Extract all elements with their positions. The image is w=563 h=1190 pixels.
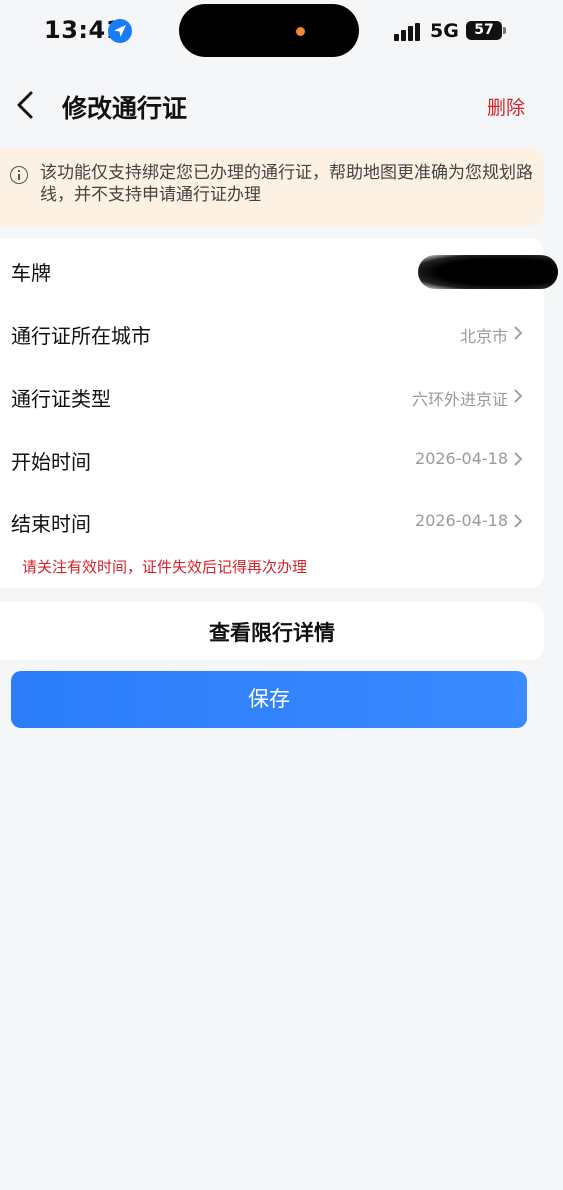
city-row[interactable]: 通行证所在城市 北京市 [0,303,544,363]
end-time-label: 结束时间 [11,512,91,536]
notice-text: 该功能仅支持绑定您已办理的通行证，帮助地图更准确为您规划路线，并不支持申请通行证… [40,163,533,205]
network-type: 5G [430,20,459,42]
chevron-right-icon [514,389,523,403]
view-restriction-label: 查看限行详情 [209,621,335,645]
location-arrow-icon [108,19,132,43]
info-notice: 该功能仅支持绑定您已办理的通行证，帮助地图更准确为您规划路线，并不支持申请通行证… [0,148,544,226]
plate-label: 车牌 [11,261,51,285]
nav-header: 修改通行证 删除 [0,75,563,135]
info-icon [10,166,28,184]
redaction-mask [418,255,558,289]
start-time-label: 开始时间 [11,450,91,474]
battery-icon: 57 [466,21,506,40]
chevron-right-icon [514,452,523,466]
start-time-row[interactable]: 开始时间 2026-04-18 [0,429,544,489]
delete-button[interactable]: 删除 [487,93,525,120]
recording-indicator-icon [296,27,305,36]
chevron-right-icon [514,514,523,528]
start-time-value: 2026-04-18 [415,449,508,468]
chevron-right-icon [514,326,523,340]
back-icon[interactable] [14,89,38,121]
city-value: 北京市 [459,327,508,346]
cellular-signal-icon [394,23,424,41]
view-restriction-button[interactable]: 查看限行详情 [0,602,544,660]
validity-warning: 请关注有效时间，证件失效后记得再次办理 [22,558,308,576]
end-time-value: 2026-04-18 [415,511,508,530]
city-label: 通行证所在城市 [11,324,151,348]
page-title: 修改通行证 [62,94,188,123]
end-time-row[interactable]: 结束时间 2026-04-18 [0,491,544,551]
pass-form-card: 车牌 通行证所在城市 北京市 通行证类型 六环外进京证 开始时间 2026-04… [0,238,544,588]
pass-type-value: 六环外进京证 [411,390,508,409]
save-button[interactable]: 保存 [11,671,527,728]
pass-type-row[interactable]: 通行证类型 六环外进京证 [0,366,544,426]
dynamic-island [179,4,359,57]
pass-type-label: 通行证类型 [11,387,111,411]
status-bar: 13:41 5G 57 [0,0,563,62]
